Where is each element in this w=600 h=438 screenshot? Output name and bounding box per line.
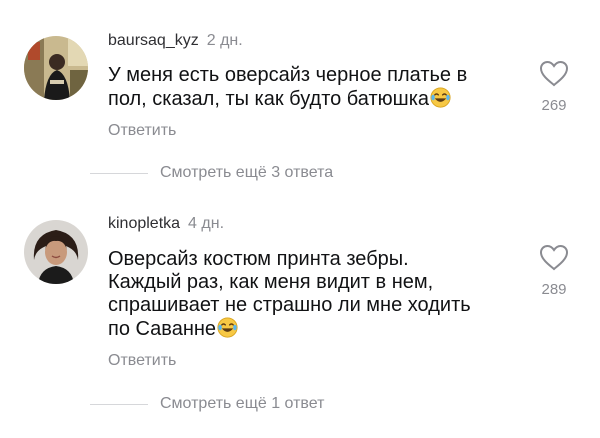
avatar[interactable]	[24, 36, 88, 100]
comment-text-line: У меня есть оверсайз черное платье в	[108, 64, 468, 86]
like-button[interactable]: 269	[531, 60, 577, 114]
avatar[interactable]	[24, 220, 88, 284]
comment-text: У меня есть оверсайз черное платье в пол…	[108, 64, 508, 111]
laughing-tears-emoji	[217, 317, 238, 338]
comment-username[interactable]: baursaq_kyz	[108, 32, 199, 49]
comment-text-line: спрашивает не страшно ли мне ходить	[108, 294, 471, 316]
like-count: 269	[541, 97, 567, 114]
heart-outline-icon	[539, 60, 569, 87]
comment-time: 2 дн.	[206, 32, 243, 49]
view-more-replies-label[interactable]: Смотреть ещё 3 ответа	[160, 164, 333, 182]
comment-time: 4 дн.	[188, 215, 225, 232]
comment-text-line: пол, сказал, ты как будто батюшка	[108, 88, 430, 110]
comment-text-line: Каждый раз, как меня видит в нем,	[108, 271, 434, 293]
reply-button[interactable]: Ответить	[108, 122, 176, 140]
divider-line	[90, 173, 148, 174]
divider-line	[90, 404, 148, 405]
reply-button[interactable]: Ответить	[108, 352, 176, 370]
like-button[interactable]: 289	[531, 244, 577, 298]
heart-outline-icon	[539, 244, 569, 271]
laughing-tears-emoji	[430, 87, 451, 108]
view-more-replies-label[interactable]: Смотреть ещё 1 ответ	[160, 395, 324, 413]
comment-text-line: по Саванне	[108, 318, 217, 340]
comment-text: Оверсайз костюм принта зебры. Каждый раз…	[108, 248, 508, 341]
comment-text-line: Оверсайз костюм принта зебры.	[108, 248, 409, 270]
like-count: 289	[541, 281, 567, 298]
comment-username[interactable]: kinopletka	[108, 215, 180, 232]
